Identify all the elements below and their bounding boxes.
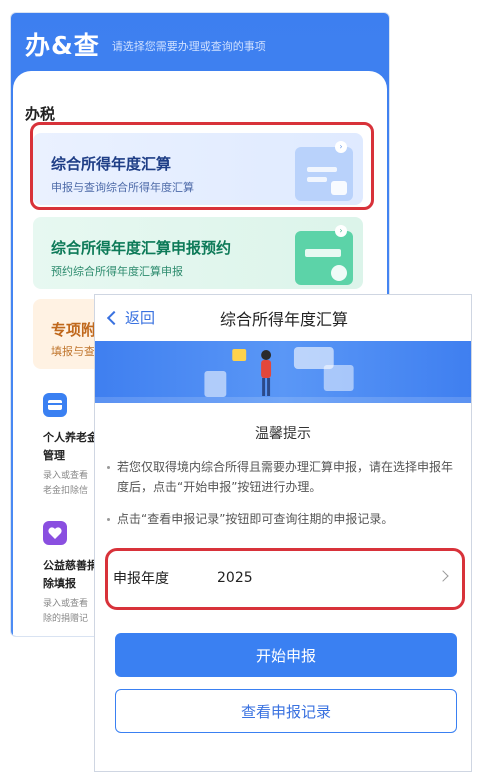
calendar-illustration-icon: ›: [295, 225, 353, 285]
card-settlement-appointment[interactable]: 综合所得年度汇算申报预约 预约综合所得年度汇算申报 ›: [33, 217, 363, 289]
header: 办&查 请选择您需要办理或查询的事项: [11, 13, 389, 75]
bullet-icon: [107, 466, 110, 469]
chevron-right-icon: ›: [335, 225, 347, 237]
header-title: 办&查: [25, 31, 100, 60]
back-label: 返回: [125, 309, 156, 327]
card-desc: 填报与查: [51, 345, 95, 358]
card-title: 专项附: [51, 321, 97, 339]
highlight-annotation: [105, 548, 465, 610]
tips-title: 温馨提示: [255, 426, 311, 442]
view-records-button[interactable]: 查看申报记录: [115, 689, 457, 733]
banner: [95, 341, 471, 403]
header-subtitle: 请选择您需要办理或查询的事项: [111, 40, 266, 53]
tip-item: 若您仅取得境内综合所得且需要办理汇算申报，请在选择申报年度后，点击“开始申报”按…: [107, 457, 453, 497]
section-title: 办税: [25, 105, 56, 123]
back-button[interactable]: 返回: [105, 307, 155, 328]
tile-desc: 录入或查看 除的捐赠记: [43, 599, 89, 624]
tip-item: 点击“查看申报记录”按钮即可查询往期的申报记录。: [107, 509, 453, 529]
tile-name: 个人养老金 管理: [43, 431, 98, 462]
highlight-annotation: [30, 122, 374, 210]
tile-name: 公益慈善捐 除填报: [43, 559, 98, 590]
banner-illustration: [95, 347, 471, 403]
card-title: 综合所得年度汇算申报预约: [51, 239, 232, 257]
charity-heart-icon: [43, 521, 67, 545]
tile-desc: 录入或查看 老金扣除信: [43, 471, 89, 496]
start-filing-button[interactable]: 开始申报: [115, 633, 457, 677]
card-desc: 预约综合所得年度汇算申报: [51, 265, 183, 278]
pension-card-icon: [43, 393, 67, 417]
chevron-left-icon: [106, 310, 122, 325]
tile-personal-pension[interactable]: 个人养老金 管理 录入或查看 老金扣除信: [43, 393, 98, 499]
bullet-icon: [107, 518, 110, 521]
tile-charity-donation[interactable]: 公益慈善捐 除填报 录入或查看 除的捐赠记: [43, 521, 98, 627]
navigation-bar: 返回 综合所得年度汇算: [95, 295, 471, 341]
settlement-page: 返回 综合所得年度汇算 温馨提示 若您仅取得境内综合所得且需要办理汇算申报，请在…: [94, 294, 472, 772]
